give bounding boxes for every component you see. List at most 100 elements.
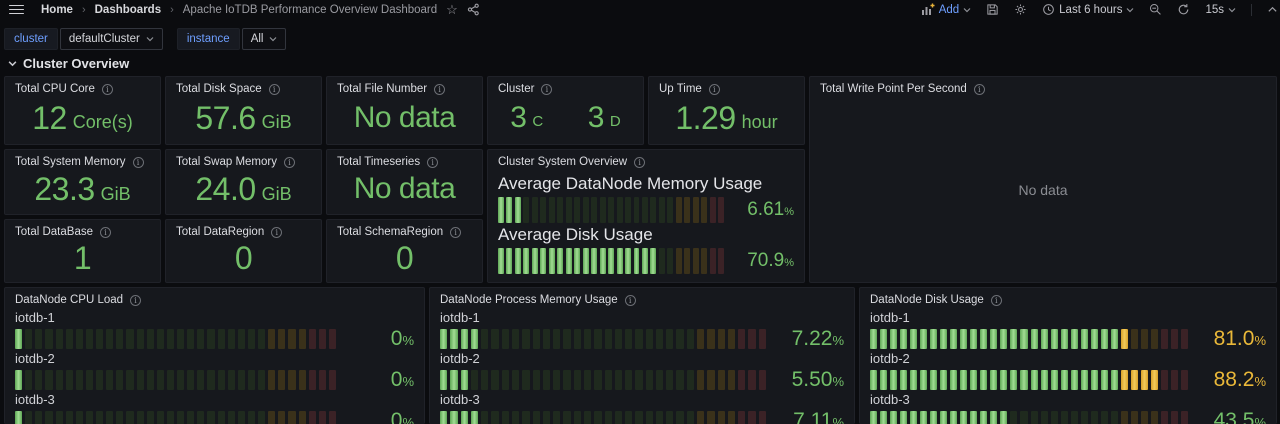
refresh-icon[interactable]: [1177, 3, 1190, 16]
panel-total-disk-space: Total Disk Space 57.6 GiB: [165, 76, 322, 145]
zoom-out-icon[interactable]: [1149, 3, 1162, 16]
panel-up-time: Up Time 1.29 hour: [648, 76, 805, 145]
info-icon[interactable]: [625, 295, 636, 306]
panel-header[interactable]: Total CPU Core: [5, 77, 160, 97]
variable-instance-label[interactable]: instance: [177, 28, 240, 50]
chevron-up-icon[interactable]: [1267, 4, 1278, 15]
info-icon[interactable]: [450, 227, 461, 238]
no-data-message: No data: [1018, 182, 1067, 198]
stat-body: 24.0 GiB: [166, 170, 321, 214]
stat-value: No data: [354, 174, 456, 204]
stat-body: 23.3 GiB: [5, 170, 160, 214]
panel-header[interactable]: Total Write Point Per Second: [810, 77, 1276, 97]
info-icon[interactable]: [271, 227, 282, 238]
stat-unit: Core(s): [73, 112, 133, 133]
gauge-label: iotdb-1: [15, 310, 414, 325]
row-cluster-overview[interactable]: Cluster Overview: [8, 56, 129, 71]
panel-header[interactable]: DataNode CPU Load: [5, 288, 424, 308]
gauge-value: 81.0%: [1196, 327, 1266, 351]
chevron-down-icon: [269, 35, 277, 43]
info-icon[interactable]: [102, 84, 113, 95]
info-icon[interactable]: [974, 84, 985, 95]
stat-body: No data: [327, 97, 482, 144]
panel-header[interactable]: Total DataRegion: [166, 220, 321, 240]
variable-cluster-value: defaultCluster: [69, 33, 140, 45]
panel-header[interactable]: Up Time: [649, 77, 804, 97]
variable-instance-select[interactable]: All: [242, 28, 287, 50]
info-icon[interactable]: [634, 157, 645, 168]
dashboard-settings-icon[interactable]: [1014, 3, 1027, 16]
breadcrumb-separator-icon: ›: [82, 4, 86, 16]
panel-header[interactable]: Total Swap Memory: [166, 150, 321, 170]
stat-value: 24.0: [195, 173, 255, 205]
variable-cluster-label[interactable]: cluster: [4, 28, 58, 50]
clock-icon: [1042, 3, 1055, 16]
stat-datanode: 3 D: [566, 103, 644, 133]
info-icon[interactable]: [427, 157, 438, 168]
panel-title: Total File Number: [337, 83, 427, 95]
nav-divider: [1251, 4, 1252, 16]
breadcrumb-current: Apache IoTDB Performance Overview Dashbo…: [183, 4, 437, 16]
chevron-down-icon: [1228, 6, 1236, 14]
stat-body: 0: [327, 240, 482, 282]
stat-unit: hour: [742, 112, 778, 133]
gauge-row-iotdb-1: iotdb-1 7.22%: [440, 310, 844, 351]
bar-gauge: [498, 248, 724, 274]
breadcrumb-dashboards[interactable]: Dashboards: [95, 4, 161, 16]
gauge-value: 5.50%: [774, 368, 844, 392]
panel-header[interactable]: Total SchemaRegion: [327, 220, 482, 240]
gauge-row-iotdb-2: iotdb-2 0%: [15, 351, 414, 392]
info-icon[interactable]: [133, 157, 144, 168]
info-icon[interactable]: [130, 295, 141, 306]
stat-confignode: 3 C: [488, 103, 566, 133]
panel-header[interactable]: Total System Memory: [5, 150, 160, 170]
panel-header[interactable]: Cluster: [488, 77, 643, 97]
share-icon[interactable]: [467, 3, 480, 16]
panel-header[interactable]: Total File Number: [327, 77, 482, 97]
add-label: Add: [939, 4, 959, 16]
panel-total-write-point-per-second: Total Write Point Per Second No data: [809, 76, 1277, 283]
gauge-value: 43.5%: [1196, 409, 1266, 424]
info-icon[interactable]: [284, 157, 295, 168]
panel-title: Total CPU Core: [15, 83, 95, 95]
variable-instance-value: All: [251, 33, 264, 45]
info-icon[interactable]: [269, 84, 280, 95]
breadcrumb-separator-icon: ›: [170, 4, 174, 16]
stat-unit: GiB: [262, 184, 292, 205]
gauge-row-iotdb-2: iotdb-2 5.50%: [440, 351, 844, 392]
save-dashboard-icon[interactable]: [986, 3, 999, 16]
panel-header[interactable]: Total Timeseries: [327, 150, 482, 170]
panel-title: Total DataRegion: [176, 226, 264, 238]
panel-header[interactable]: DataNode Disk Usage: [860, 288, 1276, 308]
panel-datanode-process-memory-usage: DataNode Process Memory Usage iotdb-1 7.…: [429, 287, 855, 424]
gauge-avg-memory-usage: Average DataNode Memory Usage 6.61%: [498, 174, 794, 223]
stat-value: 1.29: [675, 102, 735, 134]
breadcrumb-home[interactable]: Home: [41, 4, 73, 16]
menu-icon[interactable]: [9, 5, 24, 15]
gauge-label: iotdb-3: [440, 392, 844, 407]
star-icon[interactable]: ☆: [446, 3, 458, 16]
info-icon[interactable]: [100, 227, 111, 238]
panel-header[interactable]: Total DataBase: [5, 220, 160, 240]
info-icon[interactable]: [991, 295, 1002, 306]
stat-value: 12: [32, 102, 67, 134]
stat-unit: GiB: [101, 184, 131, 205]
time-range-picker[interactable]: Last 6 hours: [1042, 3, 1134, 16]
section-title: Cluster Overview: [23, 56, 129, 71]
info-icon[interactable]: [434, 84, 445, 95]
stat-body: No data: [327, 170, 482, 214]
panel-header[interactable]: Cluster System Overview: [488, 150, 804, 170]
variable-cluster-select[interactable]: defaultCluster: [60, 28, 163, 50]
stat-value: 1: [74, 242, 91, 274]
add-panel-button[interactable]: Add: [921, 3, 971, 16]
stat-unit: GiB: [262, 112, 292, 133]
gauge-value: 7.11%: [774, 409, 844, 424]
refresh-interval-picker[interactable]: 15s: [1205, 4, 1236, 16]
info-icon[interactable]: [709, 84, 720, 95]
info-icon[interactable]: [541, 84, 552, 95]
panel-header[interactable]: DataNode Process Memory Usage: [430, 288, 854, 308]
time-range-label: Last 6 hours: [1059, 4, 1122, 16]
panel-title: Total System Memory: [15, 156, 126, 168]
panel-header[interactable]: Total Disk Space: [166, 77, 321, 97]
panel-total-timeseries: Total Timeseries No data: [326, 149, 483, 215]
